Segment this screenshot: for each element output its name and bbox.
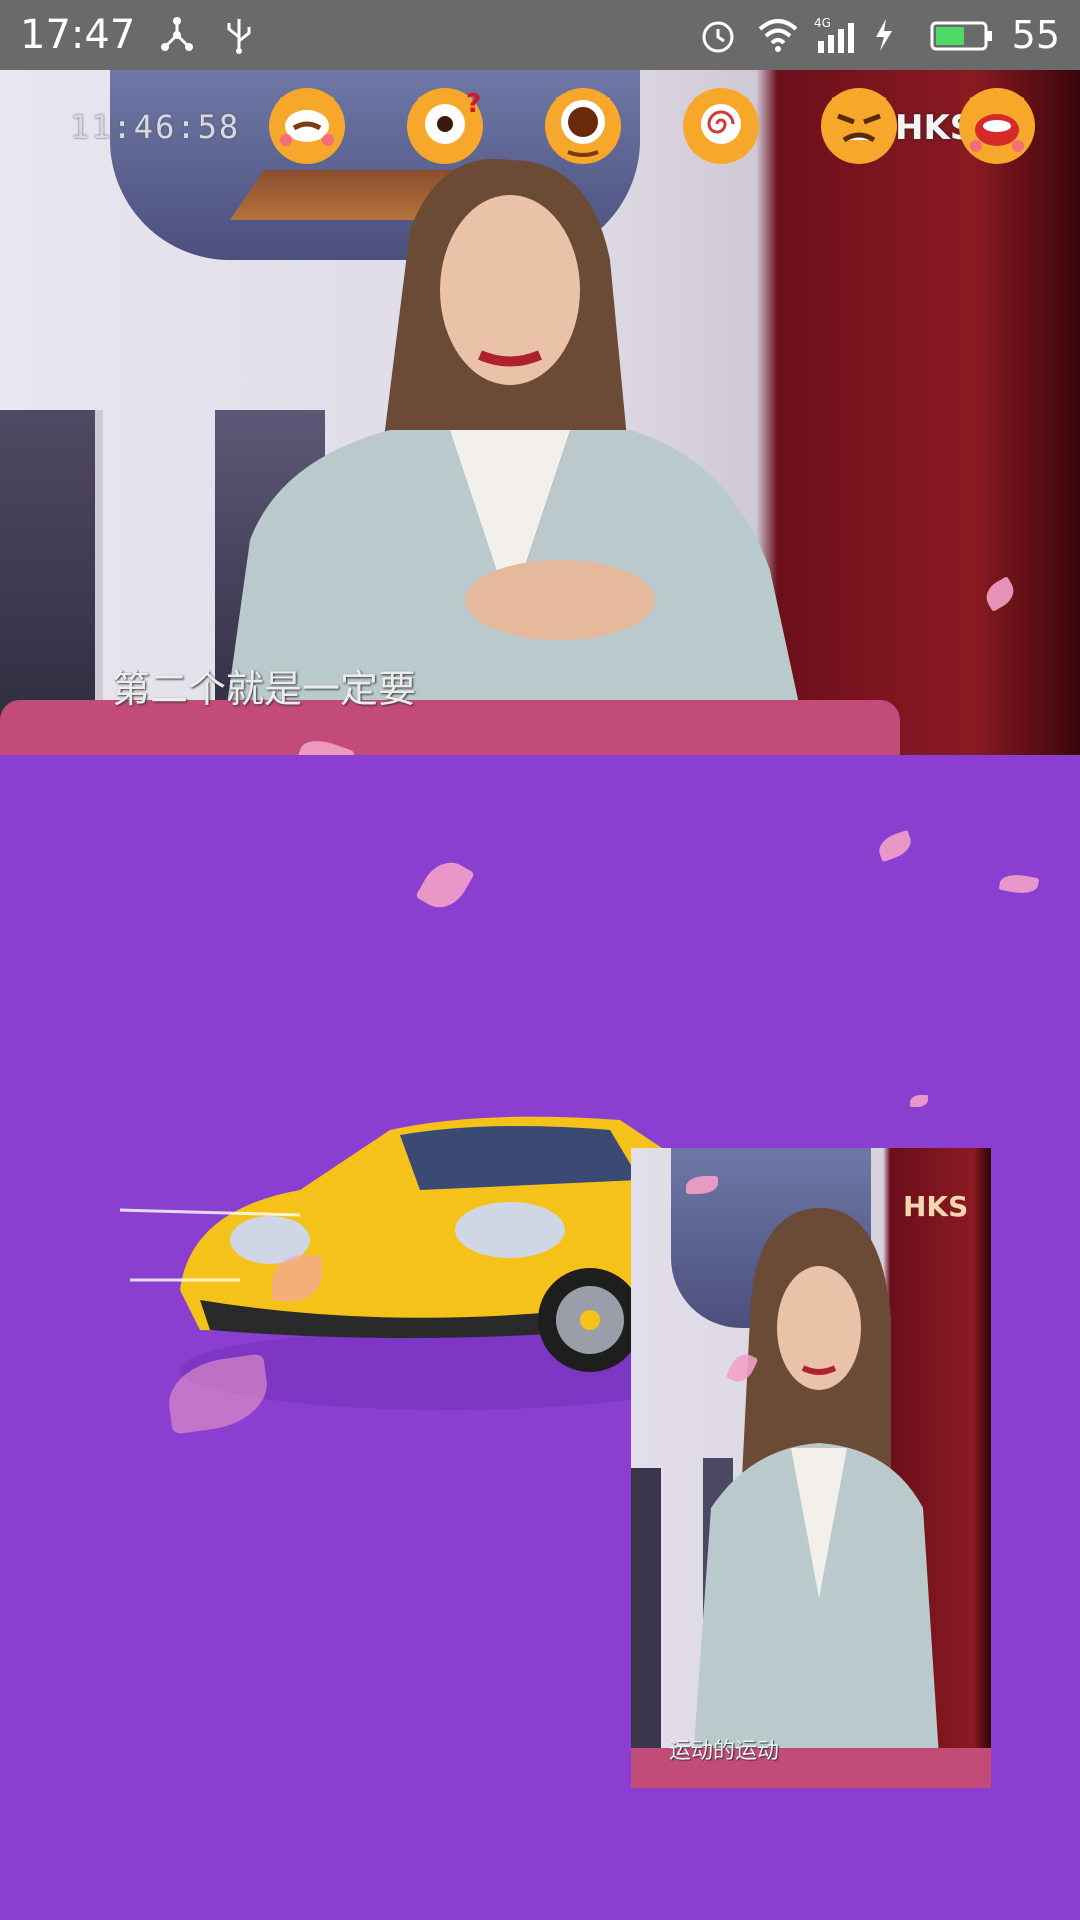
- status-left: 17:47: [20, 12, 259, 58]
- shocked-face-emoji[interactable]: [538, 78, 628, 168]
- pip-video-stream[interactable]: HKS 运动的运动: [631, 1148, 991, 1788]
- network-type-label: 4G: [814, 16, 831, 30]
- confused-face-emoji[interactable]: ?: [400, 78, 490, 168]
- video-subtitle: 第二个就是一定要: [112, 667, 417, 711]
- status-bar: 17:47 4G 55: [0, 0, 1080, 70]
- battery-icon: [930, 15, 994, 55]
- pip-presenter-figure: [691, 1208, 941, 1788]
- battery-percent: 55: [1011, 13, 1060, 57]
- sleepy-face-emoji[interactable]: [262, 78, 352, 168]
- angry-face-emoji[interactable]: [814, 78, 904, 168]
- signal-icon: 4G: [814, 15, 854, 55]
- wifi-icon: [756, 15, 797, 55]
- main-video-stream[interactable]: 11:46:58 第二个就是一定要 HKS ?: [0, 70, 1080, 755]
- usb-icon: [219, 15, 259, 55]
- petal-decoration: [910, 1095, 928, 1107]
- network-share-icon: [157, 15, 197, 55]
- pip-stage-window: [631, 1468, 661, 1768]
- charging-icon: [872, 15, 912, 55]
- dizzy-face-emoji[interactable]: [676, 78, 766, 168]
- alarm-icon: [698, 15, 738, 55]
- petal-decoration: [875, 829, 915, 863]
- petal-decoration: [998, 871, 1040, 897]
- pip-channel-logo: HKS: [903, 1190, 969, 1223]
- pip-video-subtitle: 运动的运动: [669, 1739, 780, 1764]
- emoji-reaction-row: ?: [0, 78, 1080, 178]
- stage-window-left: [0, 410, 103, 750]
- petal-decoration: [415, 853, 475, 917]
- status-right: 4G 55: [698, 13, 1060, 57]
- shouting-face-emoji[interactable]: [952, 78, 1042, 168]
- petal-decoration: [981, 576, 1019, 612]
- svg-text:?: ?: [466, 89, 481, 119]
- status-time: 17:47: [20, 12, 136, 58]
